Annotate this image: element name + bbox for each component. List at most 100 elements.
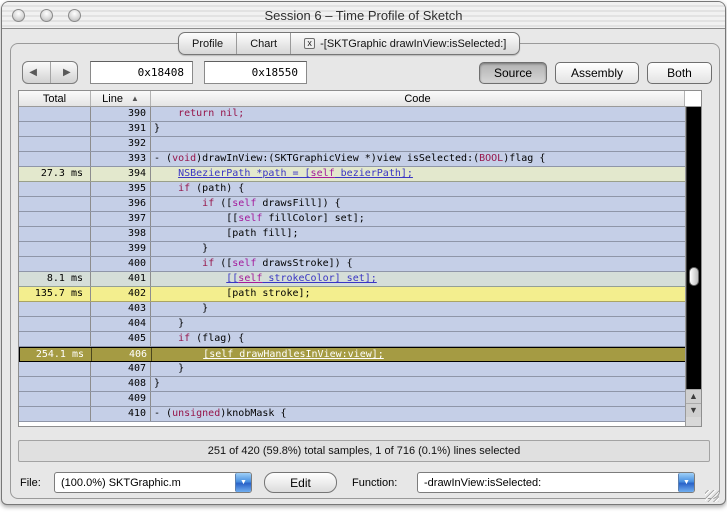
table-row[interactable]: 135.7 ms 402 [path stroke];	[19, 287, 687, 302]
code-cell: return nil;	[151, 107, 687, 121]
scroll-down-icon[interactable]: ▼	[686, 403, 701, 417]
code-segment: - (	[154, 408, 173, 419]
table-row[interactable]: 398 [path fill];	[19, 227, 687, 242]
code-segment: ([	[214, 198, 233, 209]
sort-ascending-icon: ▲	[130, 94, 139, 103]
code-segment: )knobMask {	[220, 408, 287, 419]
table-row[interactable]: 27.3 ms 394 NSBezierPath *path = [self be…	[19, 167, 687, 182]
table-row[interactable]: 409	[19, 392, 687, 407]
code-cell: [path fill];	[151, 227, 687, 241]
source-view-button[interactable]: Source	[479, 62, 547, 84]
title-bar[interactable]: Session 6 – Time Profile of Sketch	[2, 2, 725, 29]
popup-arrow-icon: ▼	[235, 473, 251, 492]
tab-profile[interactable]: Profile	[179, 33, 238, 54]
line-number-cell: 394	[91, 167, 151, 181]
code-segment: ([	[214, 258, 233, 269]
scroll-up-icon[interactable]: ▲	[686, 389, 701, 403]
resize-grip-icon[interactable]	[705, 490, 719, 502]
line-number-cell: 390	[91, 107, 151, 121]
code-segment: self	[238, 273, 263, 284]
button-label: Source	[493, 66, 533, 80]
address-start-field[interactable]	[90, 61, 193, 84]
close-tab-icon[interactable]: x	[304, 38, 316, 49]
code-segment: if	[178, 183, 191, 194]
total-cell	[19, 317, 91, 331]
file-popup-value: (100.0%) SKTGraphic.m	[61, 476, 181, 489]
table-row[interactable]: 400 if ([self drawsStroke]) {	[19, 257, 687, 272]
edit-button[interactable]: Edit	[264, 472, 337, 493]
line-number-cell: 408	[91, 377, 151, 391]
table-header: Total Line ▲ Code	[19, 91, 701, 107]
code-cell: if (path) {	[151, 182, 687, 196]
code-cell: }	[151, 302, 687, 316]
scrollbar-thumb[interactable]	[689, 267, 699, 286]
code-cell: [[self fillColor] set];	[151, 212, 687, 226]
code-cell: }	[151, 242, 687, 256]
table-row[interactable]: 410- (unsigned)knobMask {	[19, 407, 687, 422]
code-cell	[151, 392, 687, 406]
column-header-line[interactable]: Line ▲	[91, 91, 151, 106]
code-cell: if ([self drawsStroke]) {	[151, 257, 687, 271]
code-segment: }	[154, 363, 185, 374]
total-cell	[19, 227, 91, 241]
table-row[interactable]: 407 }	[19, 362, 687, 377]
table-row[interactable]: 403 }	[19, 302, 687, 317]
address-end-field[interactable]	[204, 61, 307, 84]
line-number-cell: 404	[91, 317, 151, 331]
table-row[interactable]: 395 if (path) {	[19, 182, 687, 197]
table-row[interactable]: 396 if ([self drawsFill]) {	[19, 197, 687, 212]
assembly-view-button[interactable]: Assembly	[555, 62, 639, 84]
table-row[interactable]: 408}	[19, 377, 687, 392]
code-segment: self	[310, 168, 335, 179]
table-row[interactable]: 8.1 ms 401 [[self strokeColor] set];	[19, 272, 687, 287]
table-row[interactable]: 391}	[19, 122, 687, 137]
line-number-cell: 402	[91, 287, 151, 301]
column-header-code[interactable]: Code	[151, 91, 685, 106]
table-row[interactable]: 393- (void)drawInView:(SKTGraphicView *)…	[19, 152, 687, 167]
line-number-cell: 406	[92, 348, 152, 361]
both-view-button[interactable]: Both	[647, 62, 712, 84]
line-number-cell: 409	[91, 392, 151, 406]
table-row[interactable]: 399 }	[19, 242, 687, 257]
line-number-cell: 395	[91, 182, 151, 196]
code-segment: [[	[154, 213, 239, 224]
tab-label: Chart	[250, 37, 278, 50]
column-label: Line	[102, 92, 123, 105]
code-cell: }	[151, 317, 687, 331]
forward-arrow-icon[interactable]: ▶	[63, 67, 71, 78]
line-number-cell: 393	[91, 152, 151, 166]
scrollbar-track[interactable]	[686, 107, 701, 389]
table-row[interactable]: 397 [[self fillColor] set];	[19, 212, 687, 227]
column-label: Total	[42, 92, 67, 105]
code-segment: }	[154, 318, 185, 329]
code-segment: [self drawHandlesInView:view];	[203, 349, 384, 360]
column-header-total[interactable]: Total	[19, 91, 91, 106]
code-segment: }	[154, 378, 161, 389]
scrollbar[interactable]: ▲ ▼	[685, 107, 701, 426]
code-segment: strokeColor] set];	[262, 273, 377, 284]
back-arrow-icon[interactable]: ◀	[29, 67, 37, 78]
table-row[interactable]: 392	[19, 137, 687, 152]
tab-function-browser[interactable]: x -[SKTGraphic drawInView:isSelected:]	[291, 33, 519, 54]
status-text: 251 of 420 (59.8%) total samples, 1 of 7…	[207, 445, 521, 457]
code-segment: (path) {	[190, 183, 245, 194]
table-row[interactable]: 404 }	[19, 317, 687, 332]
table-row[interactable]: 405 if (flag) {	[19, 332, 687, 347]
tab-chart[interactable]: Chart	[237, 33, 292, 54]
table-row[interactable]: 390 return nil;	[19, 107, 687, 122]
code-segment: [path fill];	[154, 228, 299, 239]
code-segment: if	[202, 258, 215, 269]
file-popup[interactable]: (100.0%) SKTGraphic.m ▼	[54, 472, 252, 493]
table-row[interactable]: 254.1 ms 406 [self drawHandlesInView:view…	[19, 347, 687, 362]
code-segment: }	[154, 123, 161, 134]
line-number-cell: 407	[91, 362, 151, 376]
function-popup[interactable]: -drawInView:isSelected: ▼	[417, 472, 695, 493]
code-segment: (flag) {	[190, 333, 245, 344]
code-segment: unsigned	[172, 408, 221, 419]
code-segment: return nil;	[178, 108, 245, 119]
